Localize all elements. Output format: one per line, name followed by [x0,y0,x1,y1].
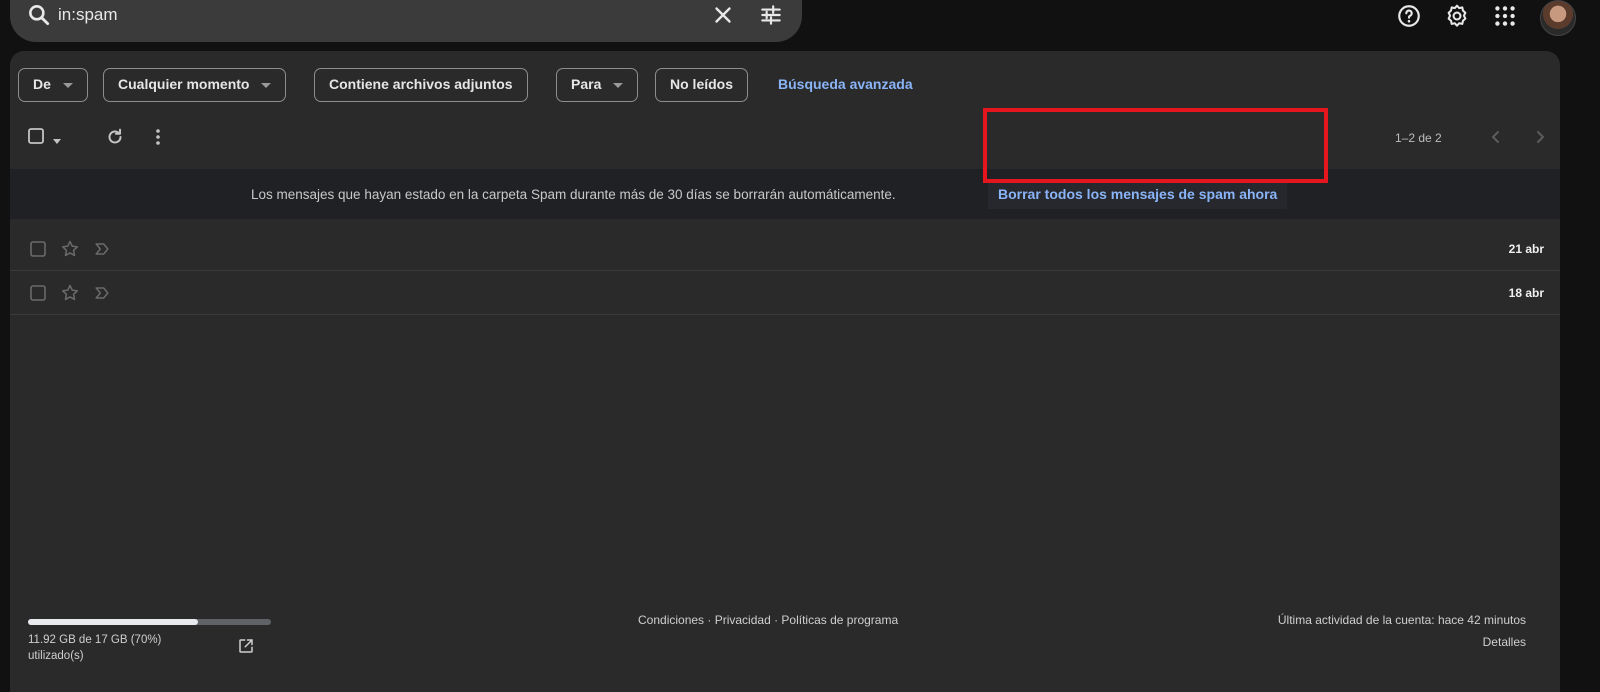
delete-all-spam-button[interactable]: Borrar todos los mensajes de spam ahora [988,179,1288,209]
close-icon[interactable] [710,2,736,33]
highlight-box [983,108,1328,183]
importance-marker-icon[interactable] [92,239,112,264]
open-in-new-icon[interactable] [237,637,255,660]
chip-label: Contiene archivos adjuntos [329,76,513,92]
banner-message: Los mensajes que hayan estado en la carp… [251,187,896,202]
last-account-activity: Última actividad de la cuenta: hace 42 m… [1277,613,1526,627]
gear-icon[interactable] [1444,3,1470,34]
star-icon[interactable] [60,239,80,264]
chip-label: No leídos [670,76,734,92]
chip-label: Para [571,76,602,92]
storage-usage-fill [28,619,199,625]
link-separator: · [704,613,715,627]
table-row[interactable]: 18 abr [10,271,1560,315]
refresh-icon[interactable] [104,126,126,153]
chevron-down-icon [613,82,624,88]
pagination-range: 1–2 de 2 [1395,131,1442,145]
chevron-down-icon [62,82,73,88]
apps-grid-icon[interactable] [1492,3,1518,34]
filter-chip-unread[interactable]: No leídos [655,68,749,102]
search-bar[interactable]: in:spam [10,0,802,42]
chip-label: De [33,76,51,92]
terms-link[interactable]: Condiciones [638,613,704,627]
star-icon[interactable] [60,283,80,308]
filter-chip-to[interactable]: Para [556,68,639,102]
program-policies-link[interactable]: Políticas de programa [781,613,898,627]
filter-chip-time[interactable]: Cualquier momento [103,68,287,102]
filter-chip-attachments[interactable]: Contiene archivos adjuntos [314,68,528,102]
importance-marker-icon[interactable] [92,283,112,308]
row-checkbox[interactable] [28,283,48,308]
advanced-search-link[interactable]: Búsqueda avanzada [778,76,913,92]
table-row[interactable]: 21 abr [10,227,1560,271]
filter-chip-from[interactable]: De [18,68,88,102]
row-checkbox[interactable] [28,239,48,264]
search-input[interactable]: in:spam [58,5,118,25]
chevron-down-icon [261,82,272,88]
storage-usage-bar [28,619,271,625]
avatar[interactable] [1540,0,1576,36]
search-icon[interactable] [26,2,52,33]
help-icon[interactable] [1396,3,1422,34]
chevron-right-icon[interactable] [1530,127,1550,152]
chevron-down-icon[interactable] [52,133,62,151]
top-bar: in:spam [0,0,1600,48]
message-date: 18 abr [1508,286,1544,300]
chevron-left-icon[interactable] [1486,127,1506,152]
link-separator: · [770,613,782,627]
footer-links: Condiciones · Privacidad · Políticas de … [638,613,898,627]
search-options-icon[interactable] [758,2,784,33]
message-date: 21 abr [1508,242,1544,256]
details-link[interactable]: Detalles [1483,635,1526,649]
storage-usage-text: 11.92 GB de 17 GB (70%) utilizado(s) [28,634,162,662]
privacy-link[interactable]: Privacidad [715,613,771,627]
chip-label: Cualquier momento [118,76,250,92]
more-options-icon[interactable] [152,126,164,153]
select-all-checkbox[interactable] [26,125,48,152]
